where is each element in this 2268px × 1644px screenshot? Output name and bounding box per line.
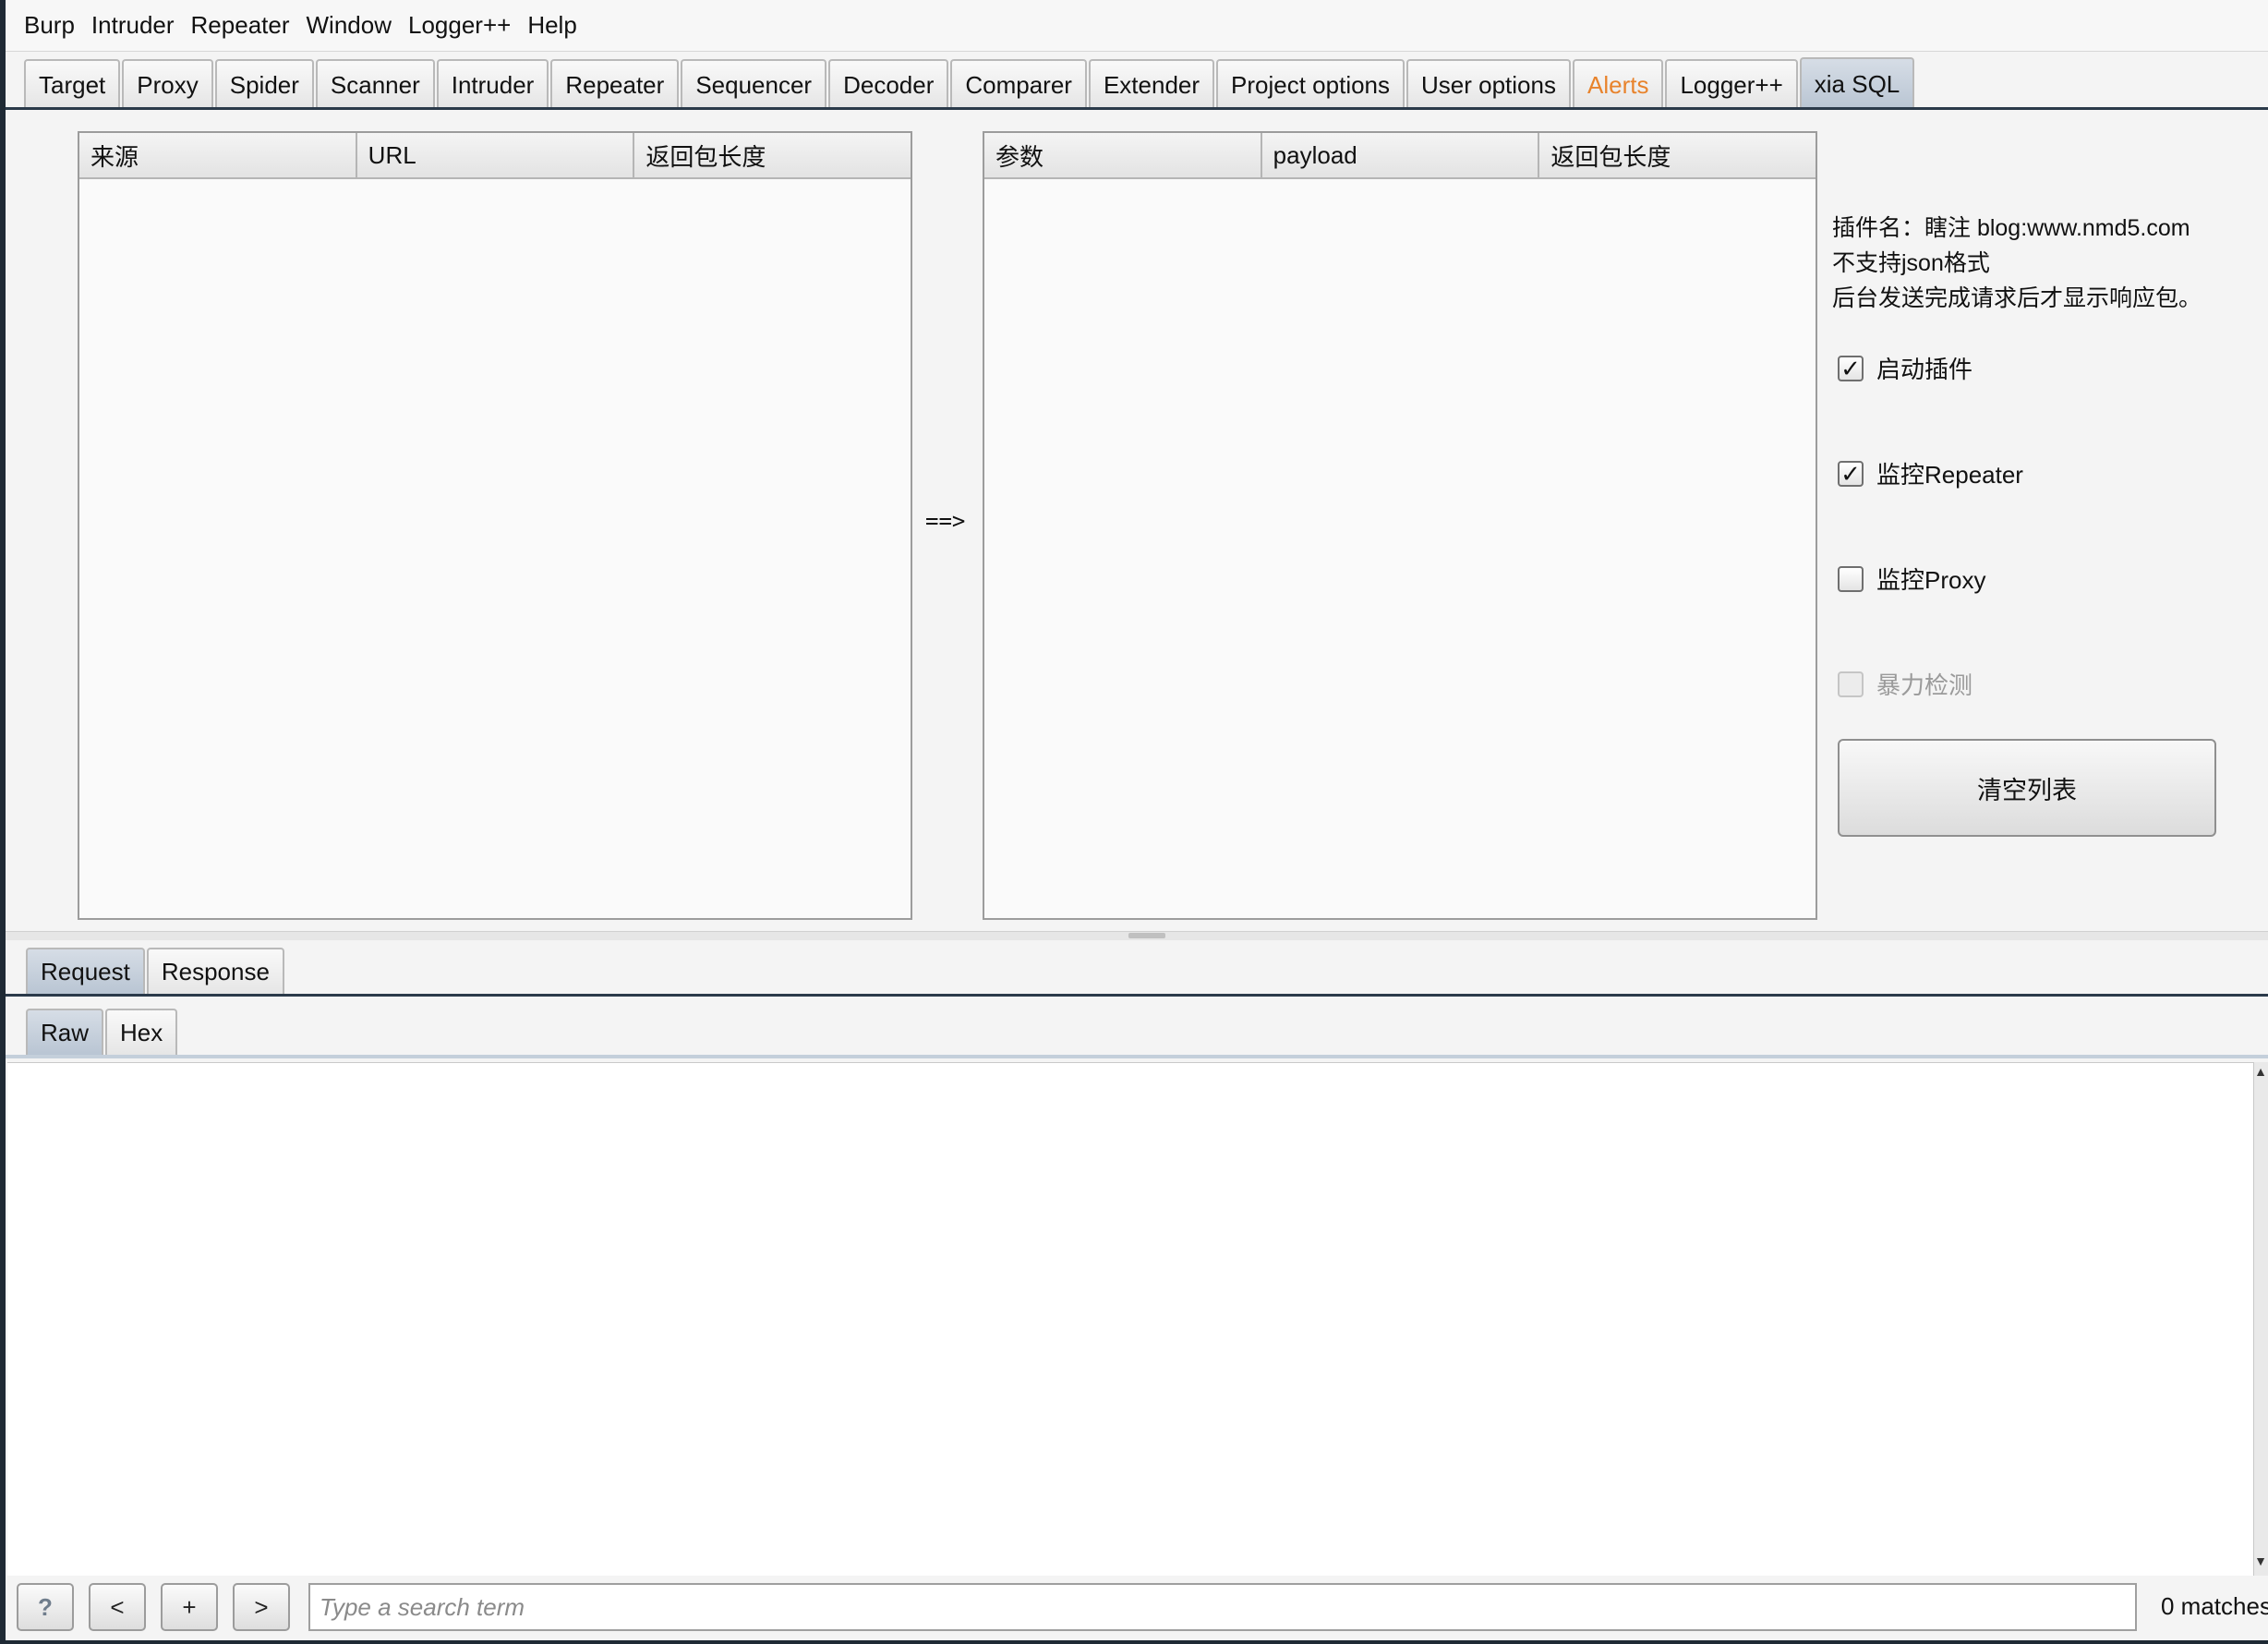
menu-burp[interactable]: Burp — [24, 11, 75, 40]
tab-request[interactable]: Request — [26, 948, 145, 994]
column-param[interactable]: 参数 — [984, 133, 1262, 177]
monitor-repeater-checkbox[interactable]: ✓ 监控Repeater — [1838, 456, 2023, 490]
message-tab-bar: Request Response — [26, 948, 286, 994]
tab-hex[interactable]: Hex — [105, 1009, 178, 1055]
monitor-proxy-checkbox[interactable]: 监控Proxy — [1838, 562, 1985, 596]
checkbox-disabled-icon — [1838, 671, 1864, 697]
tab-response[interactable]: Response — [146, 948, 284, 994]
tab-comparer[interactable]: Comparer — [950, 59, 1087, 109]
menu-repeater[interactable]: Repeater — [191, 11, 290, 40]
payload-table-header: 参数 payload 返回包长度 — [984, 133, 1816, 179]
message-tab-underline — [6, 994, 2268, 997]
tab-spider[interactable]: Spider — [214, 59, 314, 109]
source-table-header: 来源 URL 返回包长度 — [79, 133, 911, 179]
tab-repeater[interactable]: Repeater — [550, 59, 680, 109]
menu-logger[interactable]: Logger++ — [408, 11, 511, 40]
view-tab-underline — [6, 1055, 2268, 1058]
arrow-label: ==> — [925, 508, 966, 534]
tab-logger[interactable]: Logger++ — [1665, 59, 1798, 109]
tab-proxy[interactable]: Proxy — [122, 59, 213, 109]
brute-force-checkbox: 暴力检测 — [1838, 667, 1972, 701]
column-source[interactable]: 来源 — [79, 133, 357, 177]
checkbox-unchecked-icon[interactable] — [1838, 565, 1864, 592]
add-button[interactable]: + — [161, 1583, 218, 1631]
info-line-json: 不支持json格式 — [1832, 250, 1990, 276]
tab-raw[interactable]: Raw — [26, 1009, 104, 1055]
column-response-length[interactable]: 返回包长度 — [634, 133, 911, 177]
tab-intruder[interactable]: Intruder — [436, 59, 549, 109]
editor-scrollbar[interactable] — [2253, 1062, 2268, 1576]
menu-help[interactable]: Help — [527, 11, 576, 40]
menu-window[interactable]: Window — [307, 11, 392, 40]
tab-xia-sql[interactable]: xia SQL — [1799, 57, 1915, 109]
menu-bar: Burp Intruder Repeater Window Logger++ H… — [6, 0, 2268, 52]
main-tab-bar: Target Proxy Spider Scanner Intruder Rep… — [24, 57, 1916, 109]
plugin-info: 插件名：瞎注 blog:www.nmd5.com 不支持json格式 后台发送完… — [1832, 211, 2202, 316]
scroll-up-icon[interactable]: ▲ — [2253, 1064, 2268, 1084]
column-payload[interactable]: payload — [1262, 133, 1540, 177]
previous-match-button[interactable]: < — [89, 1583, 146, 1631]
clear-list-button[interactable]: 清空列表 — [1838, 739, 2216, 837]
tab-sequencer[interactable]: Sequencer — [681, 59, 827, 109]
checkbox-checked-icon[interactable]: ✓ — [1838, 460, 1864, 487]
enable-plugin-label: 启动插件 — [1876, 356, 1973, 383]
tab-alerts[interactable]: Alerts — [1572, 59, 1664, 109]
burp-window: Burp Intruder Repeater Window Logger++ H… — [6, 0, 2268, 1640]
info-line-response: 后台发送完成请求后才显示响应包。 — [1832, 285, 2202, 311]
enable-plugin-checkbox[interactable]: ✓ 启动插件 — [1838, 351, 1972, 385]
tab-decoder[interactable]: Decoder — [828, 59, 949, 109]
tab-scanner[interactable]: Scanner — [315, 59, 435, 109]
payload-table[interactable]: 参数 payload 返回包长度 — [983, 131, 1817, 920]
tab-project-options[interactable]: Project options — [1216, 59, 1405, 109]
tab-user-options[interactable]: User options — [1406, 59, 1571, 109]
brute-force-label: 暴力检测 — [1876, 671, 1973, 699]
source-table[interactable]: 来源 URL 返回包长度 — [78, 131, 912, 920]
view-tab-bar: Raw Hex — [26, 1009, 179, 1055]
message-editor[interactable] — [7, 1062, 2253, 1579]
help-button[interactable]: ? — [17, 1583, 74, 1631]
monitor-repeater-label: 监控Repeater — [1876, 461, 2023, 489]
column-response-length-2[interactable]: 返回包长度 — [1539, 133, 1816, 177]
tab-target[interactable]: Target — [24, 59, 121, 109]
column-url[interactable]: URL — [357, 133, 635, 177]
scroll-down-icon[interactable]: ▼ — [2253, 1553, 2268, 1574]
info-line-name: 插件名：瞎注 blog:www.nmd5.com — [1832, 215, 2190, 241]
menu-intruder[interactable]: Intruder — [91, 11, 175, 40]
tab-underline — [6, 107, 2268, 110]
checkbox-checked-icon[interactable]: ✓ — [1838, 355, 1864, 381]
match-count: 0 matches — [2161, 1592, 2268, 1620]
monitor-proxy-label: 监控Proxy — [1876, 566, 1986, 594]
search-input[interactable] — [308, 1583, 2137, 1631]
next-match-button[interactable]: > — [233, 1583, 290, 1631]
splitter-grip-icon[interactable] — [1128, 933, 1165, 938]
tab-extender[interactable]: Extender — [1088, 59, 1215, 109]
